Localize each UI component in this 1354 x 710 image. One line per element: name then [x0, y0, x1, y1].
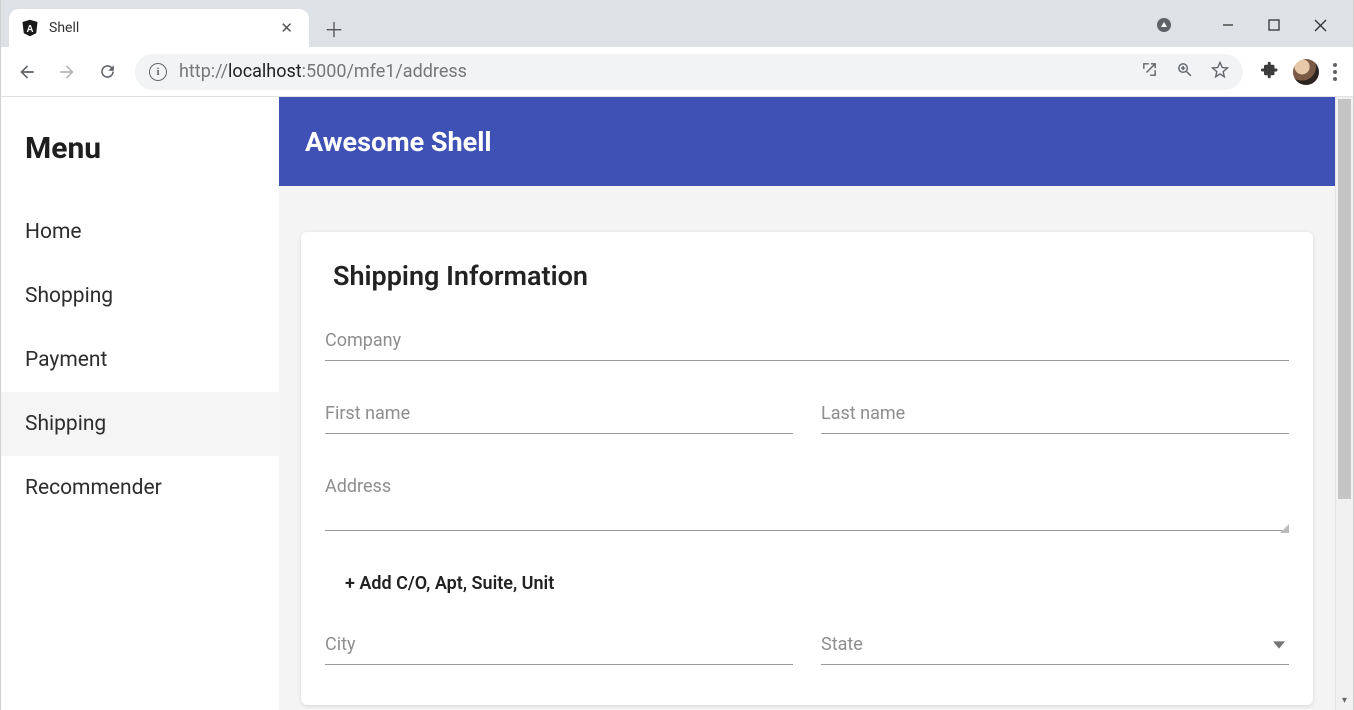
reload-button[interactable]: [89, 54, 125, 90]
browser-menu-icon[interactable]: [1333, 63, 1337, 81]
svg-text:A: A: [26, 24, 33, 35]
city-label: City: [325, 634, 793, 655]
tab-strip-row: A Shell ✕ ＋: [1, 0, 1353, 47]
dropdown-arrow-icon[interactable]: [1273, 636, 1285, 655]
browser-tab[interactable]: A Shell ✕: [9, 9, 309, 47]
sidebar-item-shipping[interactable]: Shipping: [1, 392, 279, 456]
sidebar: Menu Home Shopping Payment Shipping Reco…: [1, 97, 279, 710]
url-text: http://localhost:5000/mfe1/address: [179, 61, 467, 82]
browser-chrome: A Shell ✕ ＋: [1, 0, 1353, 97]
textarea-resize-handle-icon[interactable]: [1280, 524, 1289, 533]
city-field[interactable]: City: [325, 634, 793, 665]
window-minimize-button[interactable]: [1219, 16, 1237, 34]
last-name-field[interactable]: Last name: [821, 403, 1289, 434]
new-tab-button[interactable]: ＋: [319, 13, 349, 43]
app-header-title: Awesome Shell: [305, 126, 492, 158]
forward-button[interactable]: [49, 54, 85, 90]
tab-title: Shell: [49, 20, 79, 36]
add-address-line-button[interactable]: + Add C/O, Apt, Suite, Unit: [333, 573, 1289, 594]
profile-avatar[interactable]: [1293, 59, 1319, 85]
sidebar-title: Menu: [1, 115, 279, 200]
page-scrollbar[interactable]: ▾: [1335, 97, 1353, 710]
form-title: Shipping Information: [325, 260, 1289, 292]
bookmark-star-icon[interactable]: [1211, 61, 1229, 83]
state-field[interactable]: State: [821, 634, 1289, 665]
first-name-field[interactable]: First name: [325, 403, 793, 434]
address-label: Address: [325, 476, 1289, 497]
sidebar-item-recommender[interactable]: Recommender: [1, 456, 279, 520]
state-label: State: [821, 634, 1289, 655]
scrollbar-thumb[interactable]: [1338, 99, 1351, 499]
browser-toolbar: i http://localhost:5000/mfe1/address: [1, 47, 1353, 97]
window-close-button[interactable]: [1311, 16, 1329, 34]
address-field[interactable]: Address: [325, 476, 1289, 531]
window-controls: [1131, 3, 1353, 47]
sidebar-item-home[interactable]: Home: [1, 200, 279, 264]
tab-strip: A Shell ✕ ＋: [1, 0, 1131, 47]
back-button[interactable]: [9, 54, 45, 90]
scrollbar-down-arrow-icon[interactable]: ▾: [1336, 695, 1353, 706]
site-info-icon[interactable]: i: [149, 63, 167, 81]
page-viewport: Menu Home Shopping Payment Shipping Reco…: [1, 97, 1353, 710]
close-tab-icon[interactable]: ✕: [276, 17, 297, 40]
omnibox-icons: [1141, 61, 1229, 83]
sidebar-item-shopping[interactable]: Shopping: [1, 264, 279, 328]
address-bar[interactable]: i http://localhost:5000/mfe1/address: [135, 54, 1243, 90]
angular-icon: A: [21, 19, 39, 37]
window-maximize-button[interactable]: [1265, 16, 1283, 34]
first-name-label: First name: [325, 403, 793, 424]
extensions-icon[interactable]: [1261, 61, 1279, 83]
toolbar-right-icons: [1253, 59, 1345, 85]
last-name-label: Last name: [821, 403, 1289, 424]
sidebar-item-payment[interactable]: Payment: [1, 328, 279, 392]
app-header: Awesome Shell: [279, 97, 1335, 186]
zoom-icon[interactable]: [1176, 61, 1193, 82]
company-label: Company: [325, 330, 1289, 351]
incognito-indicator-icon: [1155, 16, 1173, 34]
open-external-icon[interactable]: [1141, 61, 1158, 82]
form-card: Shipping Information Company First name …: [301, 232, 1313, 705]
company-field[interactable]: Company: [325, 330, 1289, 361]
main-content: Awesome Shell Shipping Information Compa…: [279, 97, 1335, 710]
